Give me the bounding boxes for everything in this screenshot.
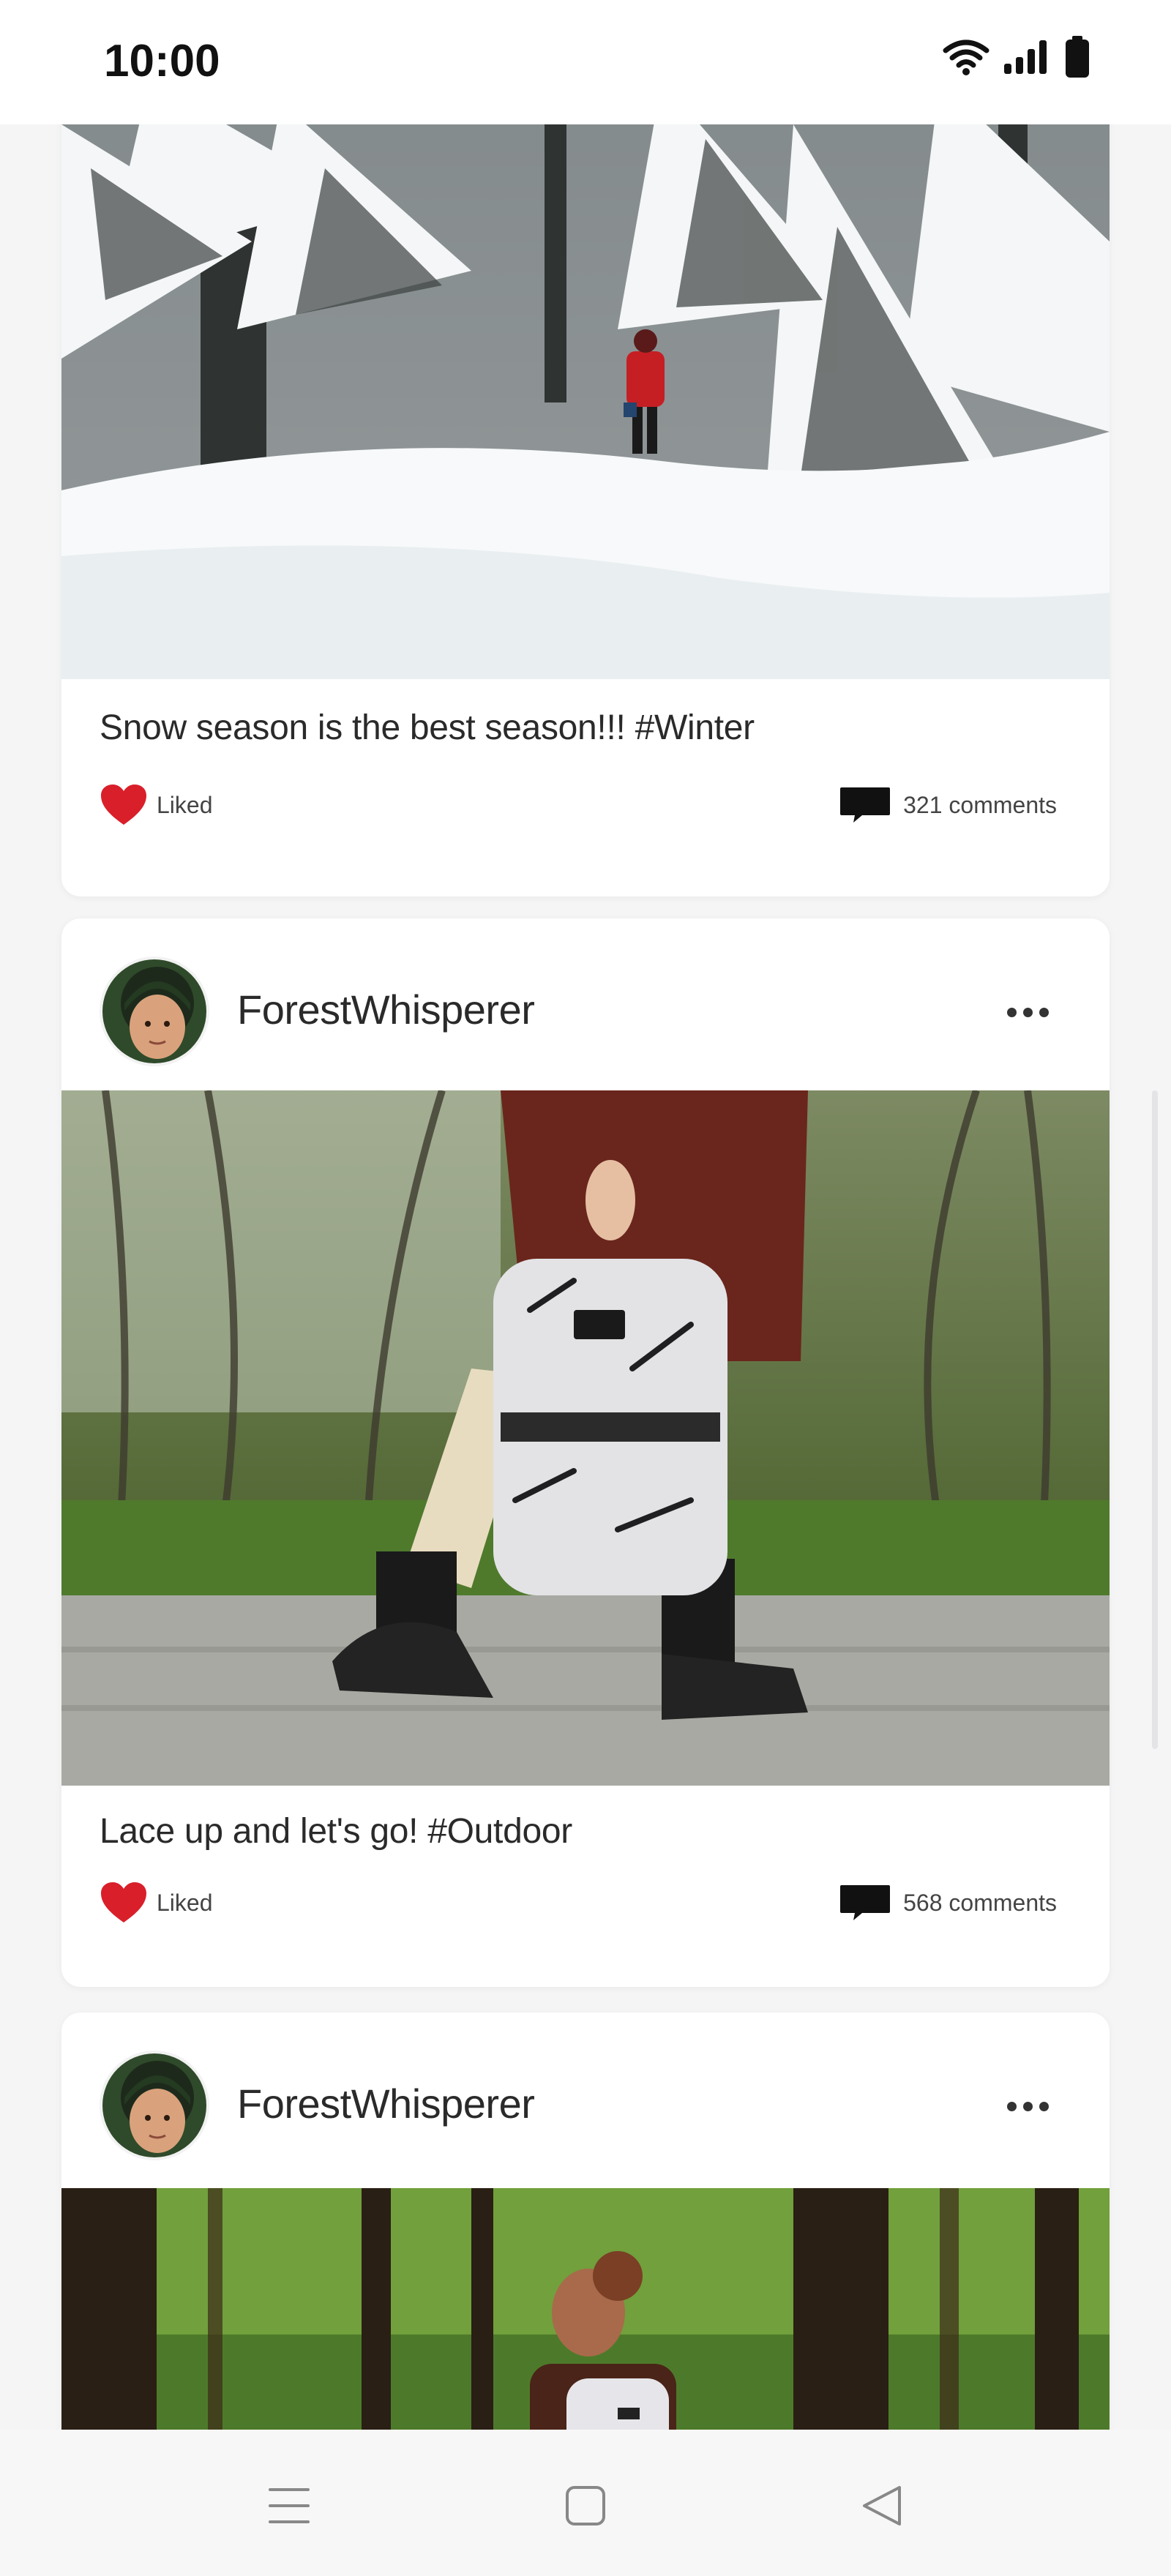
like-button[interactable]: Liked xyxy=(100,779,213,831)
signal-icon xyxy=(1004,40,1047,74)
username[interactable]: ForestWhisperer xyxy=(237,986,535,1033)
post-image[interactable] xyxy=(61,124,1110,679)
more-dot-icon xyxy=(1022,2101,1033,2111)
comment-icon xyxy=(840,787,891,823)
post-actions: Liked 321 comments xyxy=(100,779,1057,831)
comments-count: 568 comments xyxy=(903,1889,1057,1916)
status-icons xyxy=(943,35,1090,79)
heart-icon xyxy=(101,785,146,825)
comments-button[interactable]: 568 comments xyxy=(839,1877,1057,1928)
post-card: ForestWhisperer xyxy=(61,2012,1110,2430)
like-button[interactable]: Liked xyxy=(100,1877,213,1928)
heart-icon xyxy=(101,1882,146,1922)
more-dot-icon xyxy=(1039,1007,1049,1017)
post-card: ForestWhisperer xyxy=(61,918,1110,1987)
post-header: ForestWhisperer xyxy=(61,918,1110,1101)
comment-icon xyxy=(840,1885,891,1920)
more-dot-icon xyxy=(1006,1007,1017,1017)
post-image[interactable] xyxy=(61,1090,1110,1786)
status-time: 10:00 xyxy=(104,36,220,86)
comments-button[interactable]: 321 comments xyxy=(839,779,1057,831)
status-bar: 10:00 xyxy=(0,0,1171,124)
avatar[interactable] xyxy=(100,2051,209,2160)
back-button[interactable] xyxy=(853,2476,911,2535)
nav-bar xyxy=(0,2430,1171,2576)
feed[interactable]: Snow season is the best season!!! #Winte… xyxy=(0,124,1171,2430)
post-caption: Snow season is the best season!!! #Winte… xyxy=(100,708,755,747)
post-header: ForestWhisperer xyxy=(61,2012,1110,2195)
more-dot-icon xyxy=(1022,1007,1033,1017)
comments-count: 321 comments xyxy=(903,791,1057,818)
more-options-button[interactable] xyxy=(998,2086,1057,2127)
post-actions: Liked 568 comments xyxy=(100,1877,1057,1928)
like-label: Liked xyxy=(157,791,213,818)
username[interactable]: ForestWhisperer xyxy=(237,2080,535,2127)
more-dot-icon xyxy=(1039,2101,1049,2111)
more-options-button[interactable] xyxy=(998,992,1057,1033)
battery-icon xyxy=(1066,36,1089,78)
menu-icon xyxy=(269,2488,310,2523)
post-image[interactable] xyxy=(61,2188,1110,2430)
like-label: Liked xyxy=(157,1889,213,1916)
home-icon xyxy=(566,2486,605,2526)
more-dot-icon xyxy=(1006,2101,1017,2111)
post-card: Snow season is the best season!!! #Winte… xyxy=(61,124,1110,896)
scrollbar[interactable] xyxy=(1152,1090,1158,1749)
back-icon xyxy=(863,2486,901,2526)
home-button[interactable] xyxy=(556,2476,615,2535)
menu-button[interactable] xyxy=(260,2476,318,2535)
post-caption: Lace up and let's go! #Outdoor xyxy=(100,1812,572,1851)
avatar[interactable] xyxy=(100,956,209,1066)
wifi-icon xyxy=(943,40,989,75)
